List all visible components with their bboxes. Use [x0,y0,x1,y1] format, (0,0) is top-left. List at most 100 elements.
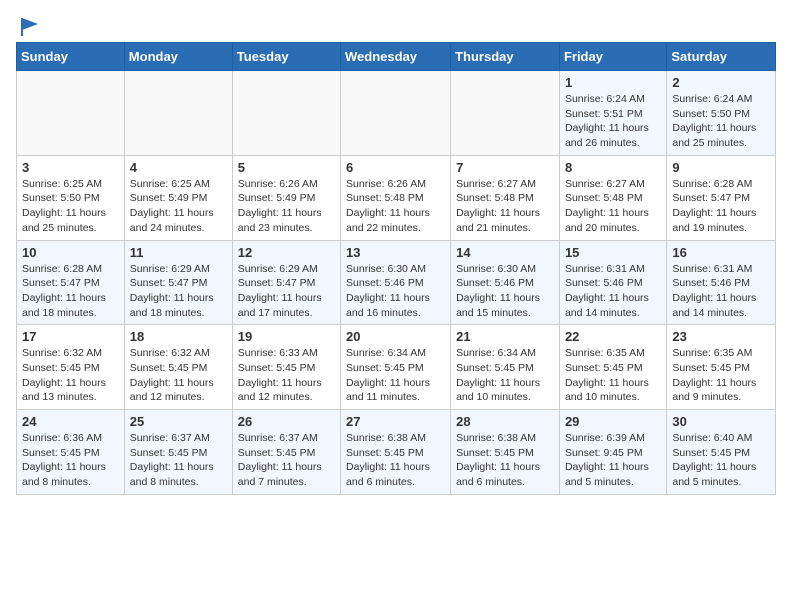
day-number: 22 [565,329,661,344]
calendar-cell: 24 Sunrise: 6:36 AM Sunset: 5:45 PM Dayli… [17,410,125,495]
day-info: Sunrise: 6:29 AM Sunset: 5:47 PM Dayligh… [130,262,227,321]
day-info: Sunrise: 6:30 AM Sunset: 5:46 PM Dayligh… [456,262,554,321]
calendar-body: 1 Sunrise: 6:24 AM Sunset: 5:51 PM Daylig… [17,71,776,495]
calendar-cell: 4 Sunrise: 6:25 AM Sunset: 5:49 PM Daylig… [124,155,232,240]
calendar-cell [341,71,451,156]
calendar-cell: 11 Sunrise: 6:29 AM Sunset: 5:47 PM Dayli… [124,240,232,325]
day-number: 3 [22,160,119,175]
weekday-header-tuesday: Tuesday [232,43,340,71]
calendar-cell: 6 Sunrise: 6:26 AM Sunset: 5:48 PM Daylig… [341,155,451,240]
calendar-cell: 17Sunrise: 6:32 AM Sunset: 5:45 PM Dayli… [17,325,125,410]
calendar-header: SundayMondayTuesdayWednesdayThursdayFrid… [17,43,776,71]
day-info: Sunrise: 6:32 AM Sunset: 5:45 PM Dayligh… [130,346,227,405]
day-number: 14 [456,245,554,260]
day-number: 6 [346,160,445,175]
day-info: Sunrise: 6:39 AM Sunset: 9:45 PM Dayligh… [565,431,661,490]
day-number: 8 [565,160,661,175]
calendar-cell: 19 Sunrise: 6:33 AM Sunset: 5:45 PM Dayli… [232,325,340,410]
calendar-cell: 1 Sunrise: 6:24 AM Sunset: 5:51 PM Daylig… [559,71,666,156]
day-number: 30 [672,414,770,429]
calendar-cell [17,71,125,156]
day-number: 26 [238,414,335,429]
day-info: Sunrise: 6:25 AM Sunset: 5:49 PM Dayligh… [130,177,227,236]
day-info: Sunrise: 6:25 AM Sunset: 5:50 PM Dayligh… [22,177,119,236]
day-info: Sunrise: 6:31 AM Sunset: 5:46 PM Dayligh… [672,262,770,321]
day-number: 20 [346,329,445,344]
calendar-cell [232,71,340,156]
day-number: 23 [672,329,770,344]
day-number: 1 [565,75,661,90]
calendar-cell: 14 Sunrise: 6:30 AM Sunset: 5:46 PM Dayli… [451,240,560,325]
day-number: 28 [456,414,554,429]
page-header [16,16,776,34]
day-number: 10 [22,245,119,260]
calendar-cell: 21 Sunrise: 6:34 AM Sunset: 5:45 PM Dayli… [451,325,560,410]
calendar-cell: 27Sunrise: 6:38 AM Sunset: 5:45 PM Dayli… [341,410,451,495]
calendar-cell: 12 Sunrise: 6:29 AM Sunset: 5:47 PM Dayli… [232,240,340,325]
day-info: Sunrise: 6:40 AM Sunset: 5:45 PM Dayligh… [672,431,770,490]
calendar-cell: 28 Sunrise: 6:38 AM Sunset: 5:45 PM Dayli… [451,410,560,495]
weekday-header-sunday: Sunday [17,43,125,71]
day-number: 18 [130,329,227,344]
day-info: Sunrise: 6:28 AM Sunset: 5:47 PM Dayligh… [22,262,119,321]
day-number: 25 [130,414,227,429]
calendar-cell: 5 Sunrise: 6:26 AM Sunset: 5:49 PM Daylig… [232,155,340,240]
weekday-header-thursday: Thursday [451,43,560,71]
day-info: Sunrise: 6:34 AM Sunset: 5:45 PM Dayligh… [456,346,554,405]
weekday-header-monday: Monday [124,43,232,71]
day-number: 13 [346,245,445,260]
calendar-cell: 25 Sunrise: 6:37 AM Sunset: 5:45 PM Dayli… [124,410,232,495]
day-info: Sunrise: 6:36 AM Sunset: 5:45 PM Dayligh… [22,431,119,490]
calendar-cell: 2 Sunrise: 6:24 AM Sunset: 5:50 PM Daylig… [667,71,776,156]
day-number: 21 [456,329,554,344]
calendar-cell: 7 Sunrise: 6:27 AM Sunset: 5:48 PM Daylig… [451,155,560,240]
calendar-cell: 22 Sunrise: 6:35 AM Sunset: 5:45 PM Dayli… [559,325,666,410]
day-number: 7 [456,160,554,175]
weekday-header-wednesday: Wednesday [341,43,451,71]
calendar-cell: 9Sunrise: 6:28 AM Sunset: 5:47 PM Daylig… [667,155,776,240]
calendar-cell: 29 Sunrise: 6:39 AM Sunset: 9:45 PM Dayli… [559,410,666,495]
day-number: 5 [238,160,335,175]
day-number: 11 [130,245,227,260]
day-number: 2 [672,75,770,90]
day-info: Sunrise: 6:31 AM Sunset: 5:46 PM Dayligh… [565,262,661,321]
weekday-header-friday: Friday [559,43,666,71]
day-info: Sunrise: 6:27 AM Sunset: 5:48 PM Dayligh… [565,177,661,236]
day-info: Sunrise: 6:26 AM Sunset: 5:48 PM Dayligh… [346,177,445,236]
day-info: Sunrise: 6:32 AM Sunset: 5:45 PM Dayligh… [22,346,119,405]
calendar-cell: 16 Sunrise: 6:31 AM Sunset: 5:46 PM Dayli… [667,240,776,325]
day-info: Sunrise: 6:37 AM Sunset: 5:45 PM Dayligh… [130,431,227,490]
calendar-cell: 18 Sunrise: 6:32 AM Sunset: 5:45 PM Dayli… [124,325,232,410]
logo-flag-icon [18,16,40,38]
calendar-cell [451,71,560,156]
calendar-cell: 26 Sunrise: 6:37 AM Sunset: 5:45 PM Dayli… [232,410,340,495]
day-number: 12 [238,245,335,260]
day-info: Sunrise: 6:33 AM Sunset: 5:45 PM Dayligh… [238,346,335,405]
day-info: Sunrise: 6:24 AM Sunset: 5:51 PM Dayligh… [565,92,661,151]
calendar-cell: 13 Sunrise: 6:30 AM Sunset: 5:46 PM Dayli… [341,240,451,325]
calendar-cell: 3 Sunrise: 6:25 AM Sunset: 5:50 PM Daylig… [17,155,125,240]
day-number: 4 [130,160,227,175]
day-number: 24 [22,414,119,429]
calendar-cell: 20 Sunrise: 6:34 AM Sunset: 5:45 PM Dayli… [341,325,451,410]
calendar-cell: 15Sunrise: 6:31 AM Sunset: 5:46 PM Dayli… [559,240,666,325]
day-info: Sunrise: 6:37 AM Sunset: 5:45 PM Dayligh… [238,431,335,490]
day-info: Sunrise: 6:29 AM Sunset: 5:47 PM Dayligh… [238,262,335,321]
day-info: Sunrise: 6:26 AM Sunset: 5:49 PM Dayligh… [238,177,335,236]
day-info: Sunrise: 6:35 AM Sunset: 5:45 PM Dayligh… [565,346,661,405]
day-number: 19 [238,329,335,344]
day-number: 29 [565,414,661,429]
calendar-cell: 30 Sunrise: 6:40 AM Sunset: 5:45 PM Dayli… [667,410,776,495]
calendar-cell: 8 Sunrise: 6:27 AM Sunset: 5:48 PM Daylig… [559,155,666,240]
logo [16,16,40,34]
day-number: 16 [672,245,770,260]
calendar-cell [124,71,232,156]
day-info: Sunrise: 6:38 AM Sunset: 5:45 PM Dayligh… [456,431,554,490]
weekday-header-saturday: Saturday [667,43,776,71]
day-info: Sunrise: 6:30 AM Sunset: 5:46 PM Dayligh… [346,262,445,321]
day-info: Sunrise: 6:24 AM Sunset: 5:50 PM Dayligh… [672,92,770,151]
day-info: Sunrise: 6:34 AM Sunset: 5:45 PM Dayligh… [346,346,445,405]
calendar-cell: 23Sunrise: 6:35 AM Sunset: 5:45 PM Dayli… [667,325,776,410]
day-info: Sunrise: 6:27 AM Sunset: 5:48 PM Dayligh… [456,177,554,236]
day-number: 9 [672,160,770,175]
